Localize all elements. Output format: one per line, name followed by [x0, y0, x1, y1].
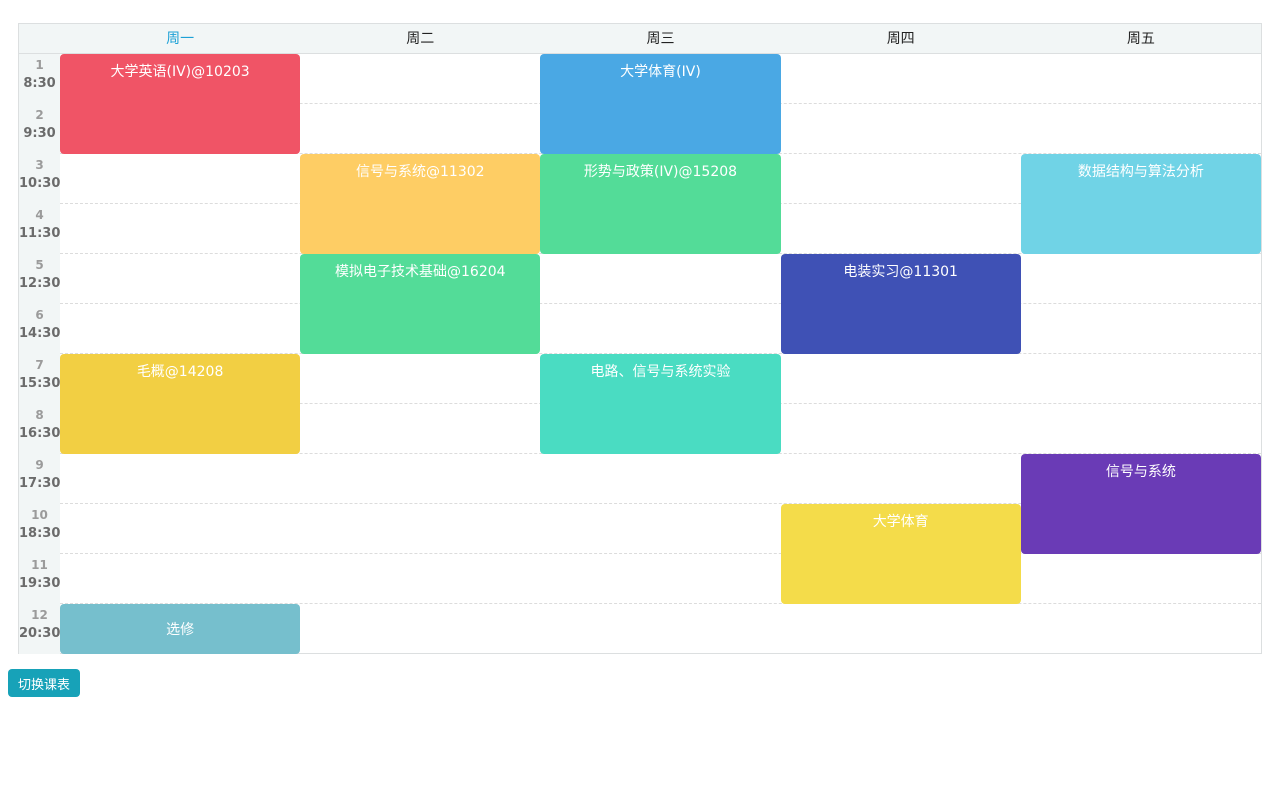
period-time: 9:30 — [23, 126, 56, 141]
period-number: 3 — [35, 158, 44, 172]
period-time: 16:30 — [19, 426, 61, 441]
period-time: 20:30 — [19, 626, 61, 641]
period-cell: 8 16:30 — [19, 404, 60, 454]
time-column: 1 8:30 2 9:30 3 10:30 4 11:30 5 12:30 6 14:30 7 15:30… — [19, 54, 60, 654]
course-block[interactable]: 数据结构与算法分析 — [1020, 154, 1261, 254]
course-block[interactable]: 信号与系统@11302 — [300, 154, 541, 254]
period-cell: 12 20:30 — [19, 604, 60, 654]
course-block[interactable]: 模拟电子技术基础@16204 — [300, 254, 541, 354]
period-cell: 5 12:30 — [19, 254, 60, 304]
course-block[interactable]: 电路、信号与系统实验 — [540, 354, 781, 454]
period-number: 7 — [35, 358, 44, 372]
course-block[interactable]: 信号与系统 — [1020, 454, 1261, 554]
period-cell: 6 14:30 — [19, 304, 60, 354]
period-cell: 11 19:30 — [19, 554, 60, 604]
day-header-3[interactable]: 周三 — [540, 24, 780, 53]
day-header-row: 周一 周二 周三 周四 周五 — [19, 24, 1261, 54]
period-number: 5 — [35, 258, 44, 272]
period-number: 2 — [35, 108, 44, 122]
period-time: 14:30 — [19, 326, 61, 341]
course-block[interactable]: 选修 — [60, 604, 301, 654]
period-number: 1 — [35, 58, 44, 72]
course-block[interactable]: 大学英语(IV)@10203 — [60, 54, 301, 154]
course-block[interactable]: 形势与政策(IV)@15208 — [540, 154, 781, 254]
day-header-2[interactable]: 周二 — [300, 24, 540, 53]
period-number: 6 — [35, 308, 44, 322]
timetable: 周一 周二 周三 周四 周五 1 8:30 2 9:30 3 10:30 4 11:30 5 12:30 6… — [18, 23, 1262, 654]
period-cell: 4 11:30 — [19, 204, 60, 254]
day-header-4[interactable]: 周四 — [781, 24, 1021, 53]
period-time: 18:30 — [19, 526, 61, 541]
period-cell: 7 15:30 — [19, 354, 60, 404]
period-time: 19:30 — [19, 576, 61, 591]
period-number: 10 — [31, 508, 48, 522]
period-time: 17:30 — [19, 476, 61, 491]
day-header-5[interactable]: 周五 — [1021, 24, 1261, 53]
period-time: 11:30 — [19, 226, 61, 241]
period-time: 12:30 — [19, 276, 61, 291]
course-block[interactable]: 大学体育 — [780, 504, 1021, 604]
course-block[interactable]: 大学体育(IV) — [540, 54, 781, 154]
period-number: 12 — [31, 608, 48, 622]
period-time: 10:30 — [19, 176, 61, 191]
period-number: 9 — [35, 458, 44, 472]
period-number: 4 — [35, 208, 44, 222]
row-divider — [60, 303, 1261, 304]
day-header-1[interactable]: 周一 — [60, 24, 300, 53]
period-time: 8:30 — [23, 76, 56, 91]
period-cell: 10 18:30 — [19, 504, 60, 554]
period-number: 8 — [35, 408, 44, 422]
course-block[interactable]: 毛概@14208 — [60, 354, 301, 454]
period-cell: 3 10:30 — [19, 154, 60, 204]
course-block[interactable]: 电装实习@11301 — [780, 254, 1021, 354]
period-number: 11 — [31, 558, 48, 572]
period-time: 15:30 — [19, 376, 61, 391]
period-cell: 1 8:30 — [19, 54, 60, 104]
period-cell: 2 9:30 — [19, 104, 60, 154]
switch-timetable-button[interactable]: 切换课表 — [8, 669, 80, 697]
period-cell: 9 17:30 — [19, 454, 60, 504]
